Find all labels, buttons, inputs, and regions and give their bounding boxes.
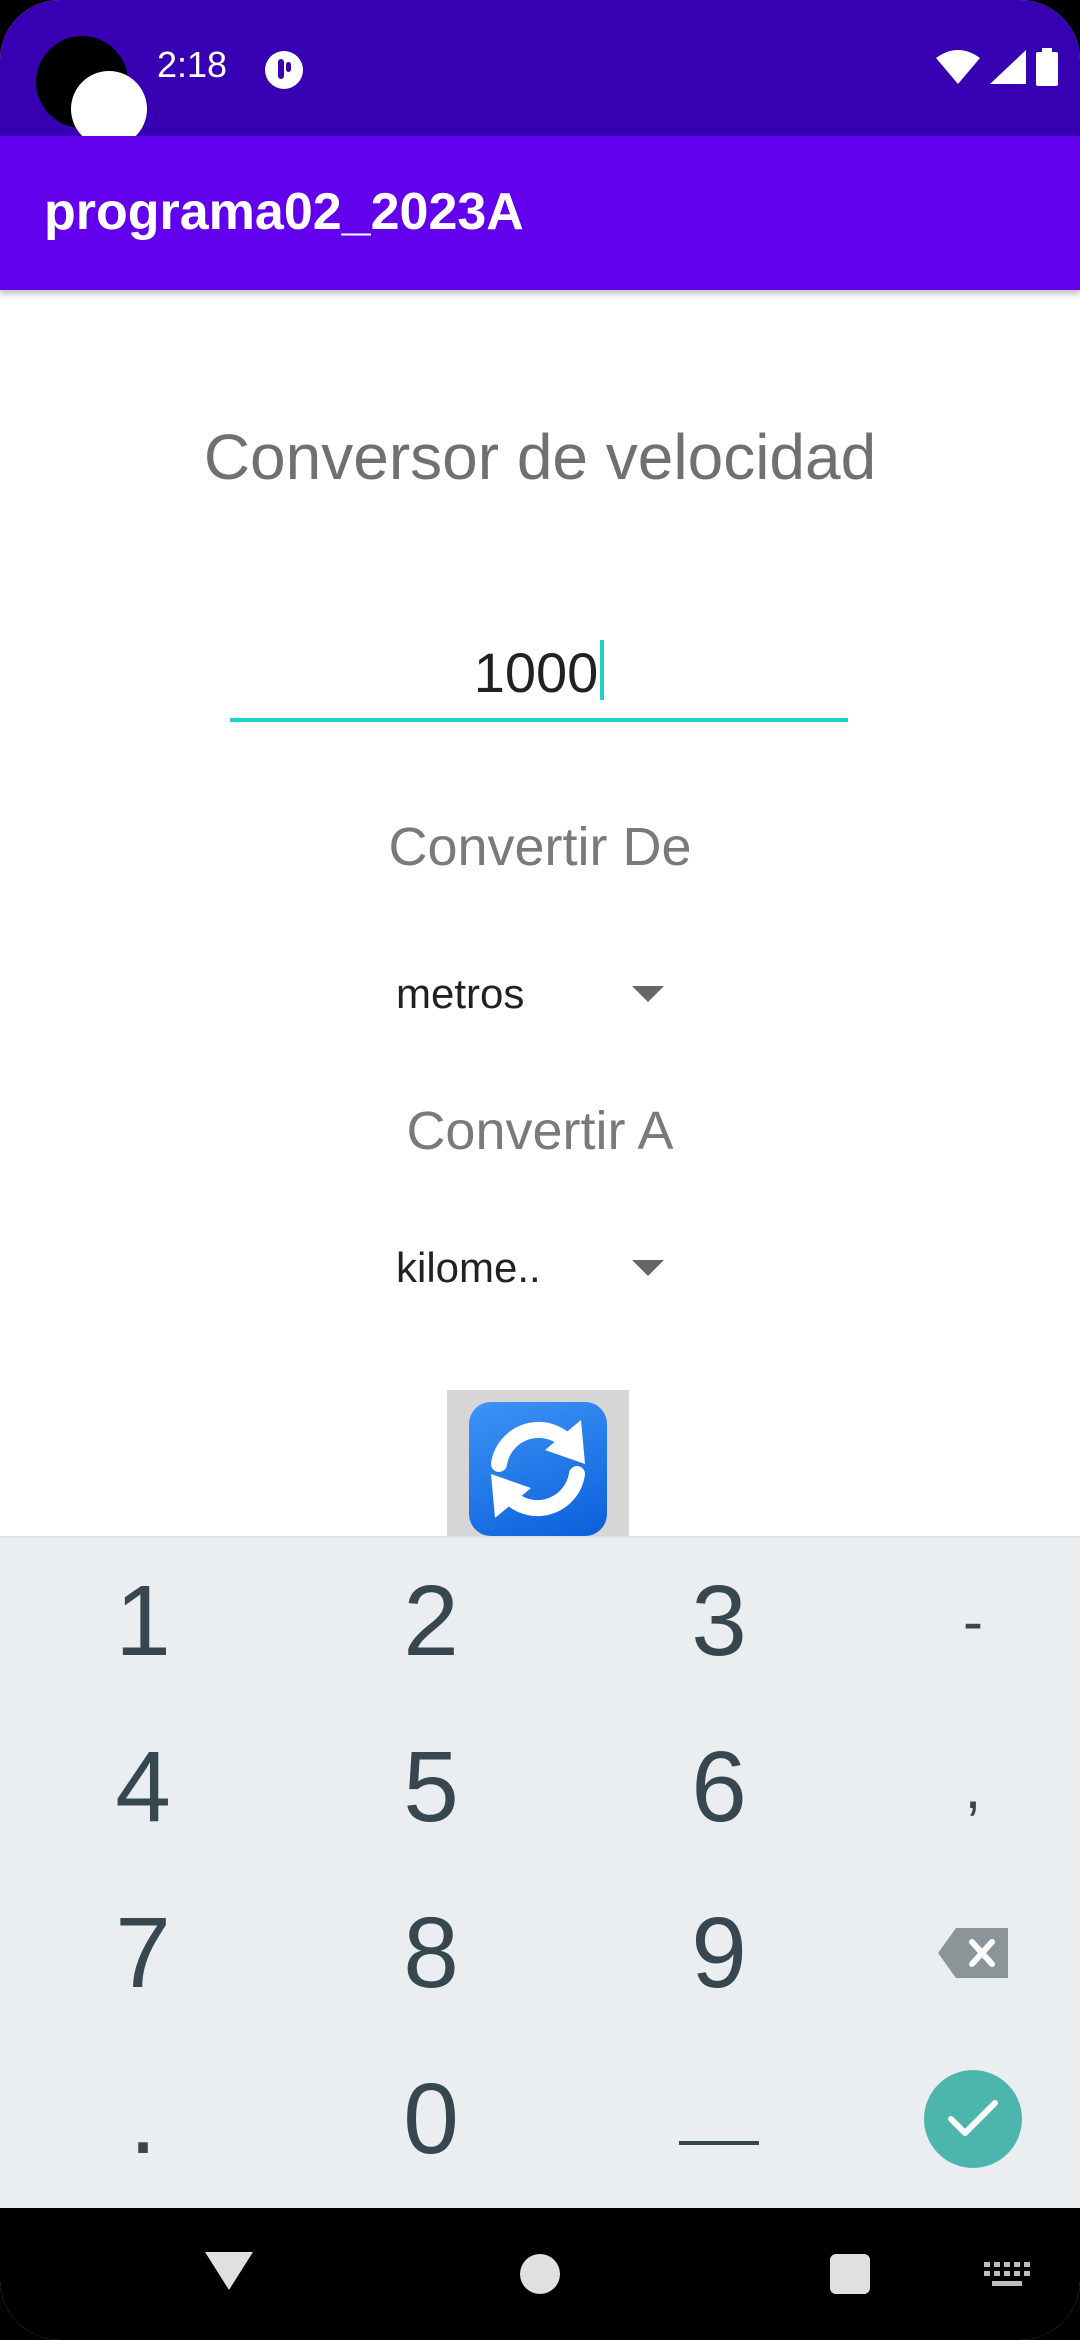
key-minus[interactable]: - <box>838 1538 1080 1704</box>
key-4[interactable]: 4 <box>8 1704 278 1870</box>
key-done[interactable] <box>838 2036 1080 2202</box>
speed-input-text: 1000 <box>473 641 599 704</box>
check-icon <box>948 2100 998 2136</box>
numeric-keyboard: 1 2 3 - 4 5 6 , 7 8 9 . 0 <box>0 1536 1080 2210</box>
app-title: programa02_2023A <box>44 183 524 241</box>
key-6[interactable]: 6 <box>584 1704 854 1870</box>
key-0[interactable]: 0 <box>296 2036 566 2202</box>
refresh-icon <box>469 1402 607 1536</box>
camera-cutout <box>36 36 147 147</box>
key-7[interactable]: 7 <box>8 1870 278 2036</box>
key-dot[interactable]: . <box>8 2036 278 2202</box>
status-icons <box>936 44 1058 90</box>
key-3[interactable]: 3 <box>584 1538 854 1704</box>
status-time: 2:18 <box>157 44 228 85</box>
to-unit-value: kilome.. <box>396 1244 541 1291</box>
status-bar: 2:18 <box>0 0 1080 147</box>
convert-button[interactable] <box>447 1390 629 1536</box>
page-title: Conversor de velocidad <box>203 421 877 493</box>
done-button[interactable] <box>924 2070 1022 2168</box>
app-bar: programa02_2023A <box>0 136 1080 290</box>
convert-from-label: Convertir De <box>388 817 692 877</box>
backspace-icon <box>938 1928 1008 1978</box>
battery-icon <box>1036 48 1058 86</box>
key-5[interactable]: 5 <box>296 1704 566 1870</box>
text-cursor <box>600 640 605 700</box>
convert-to-label: Convertir A <box>406 1101 674 1161</box>
key-8[interactable]: 8 <box>296 1870 566 2036</box>
from-unit-value: metros <box>396 970 525 1017</box>
dropdown-arrow-icon <box>632 986 664 1002</box>
input-underline <box>230 718 848 722</box>
space-icon <box>679 2141 759 2145</box>
keyboard-switch-icon[interactable] <box>984 2262 1030 2292</box>
notification-app-icon <box>265 51 303 89</box>
navigation-bar <box>0 2208 1080 2340</box>
back-icon[interactable] <box>205 2252 253 2290</box>
speed-input-value[interactable]: 1000 <box>230 640 848 705</box>
speed-input[interactable]: 1000 <box>230 630 848 724</box>
signal-icon <box>990 50 1026 84</box>
from-unit-spinner[interactable]: metros <box>396 956 676 1036</box>
key-1[interactable]: 1 <box>8 1538 278 1704</box>
screen: 2:18 programa02_2023A Conversor de veloc… <box>0 0 1080 2340</box>
to-unit-spinner[interactable]: kilome.. <box>396 1230 676 1310</box>
wifi-icon <box>936 50 980 84</box>
key-9[interactable]: 9 <box>584 1870 854 2036</box>
recents-icon[interactable] <box>830 2254 870 2294</box>
key-2[interactable]: 2 <box>296 1538 566 1704</box>
key-space[interactable] <box>584 2036 854 2202</box>
key-comma[interactable]: , <box>838 1704 1080 1870</box>
home-icon[interactable] <box>520 2254 560 2294</box>
key-backspace[interactable] <box>838 1870 1080 2036</box>
dropdown-arrow-icon <box>632 1260 664 1276</box>
